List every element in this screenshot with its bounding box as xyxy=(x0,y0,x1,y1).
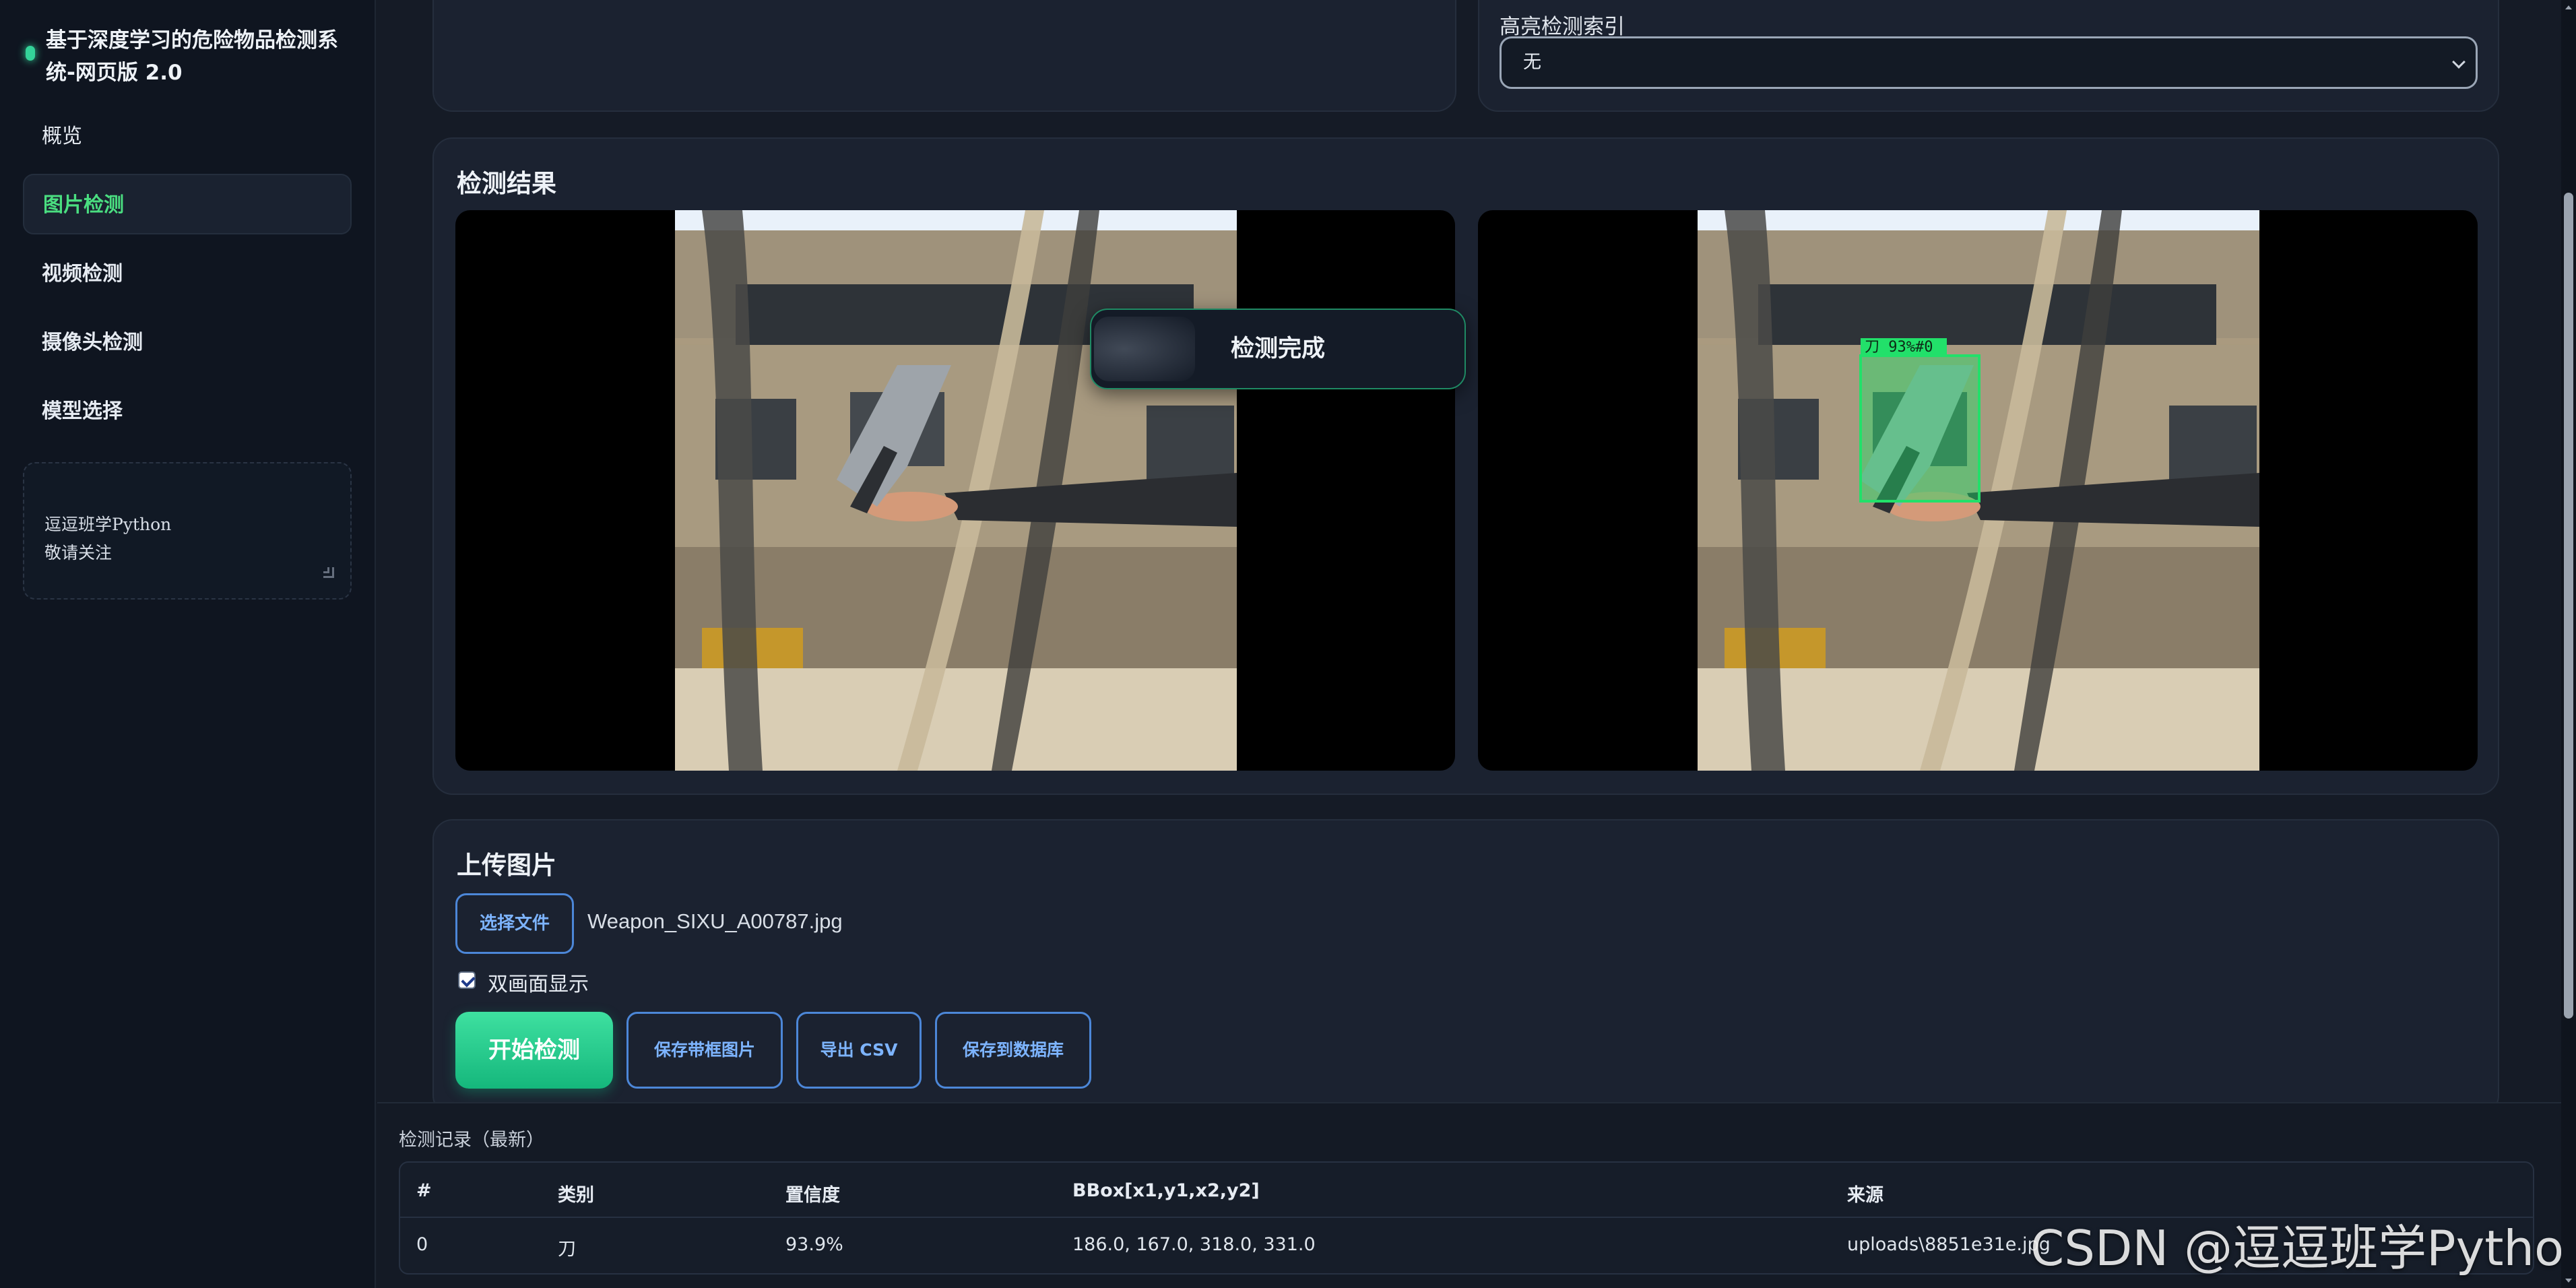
selected-file-name: Weapon_SIXU_A00787.jpg xyxy=(587,909,843,933)
sidebar-item-camera-detection[interactable]: 摄像头检测 xyxy=(23,313,352,373)
highlight-index-value: 无 xyxy=(1523,52,1541,73)
toast-glow xyxy=(1094,317,1195,381)
cell-class: 刀 xyxy=(558,1239,576,1260)
sidebar-item-image-detection[interactable]: 图片检测 xyxy=(23,174,352,234)
column-header-confidence: 置信度 xyxy=(785,1185,840,1206)
toast-text: 检测完成 xyxy=(1230,335,1325,362)
resize-grip-icon[interactable] xyxy=(323,567,334,578)
cell-confidence: 93.9% xyxy=(785,1234,843,1255)
scrollbar-thumb[interactable] xyxy=(2564,193,2573,1019)
highlight-index-select[interactable]: 无 xyxy=(1500,36,2478,89)
annotated-image: 刀 93%#0 xyxy=(1698,210,2259,771)
save-boxed-image-button[interactable]: 保存带框图片 xyxy=(626,1012,783,1089)
note-textarea[interactable]: 逗逗班学Python 敬请关注 xyxy=(23,462,352,600)
dual-view-checkbox[interactable] xyxy=(458,971,476,989)
detection-complete-toast: 检测完成 xyxy=(1090,309,1466,389)
choose-file-button[interactable]: 选择文件 xyxy=(455,893,574,954)
annotated-scene-graphic xyxy=(1698,210,2259,771)
original-image xyxy=(675,210,1237,771)
highlight-index-label: 高亮检测索引 xyxy=(1500,15,1625,39)
annotated-image-panel: 刀 93%#0 xyxy=(1478,210,2478,771)
cell-index: 0 xyxy=(416,1234,428,1255)
status-dot-icon xyxy=(26,46,35,61)
cell-bbox: 186.0, 167.0, 318.0, 331.0 xyxy=(1072,1234,1316,1255)
results-title: 检测结果 xyxy=(457,169,556,198)
scroll-down-icon[interactable] xyxy=(2564,1276,2573,1285)
chevron-down-icon xyxy=(2452,55,2466,69)
sidebar-item-model-selection[interactable]: 模型选择 xyxy=(23,381,352,442)
sidebar: 基于深度学习的危险物品检测系统-网页版 2.0 概览 图片检测 视频检测 摄像头… xyxy=(0,0,376,1288)
export-csv-button[interactable]: 导出 CSV xyxy=(796,1012,922,1089)
column-header-index: # xyxy=(416,1180,432,1201)
app-title: 基于深度学习的危险物品检测系统-网页版 2.0 xyxy=(46,28,338,85)
start-detection-button[interactable]: 开始检测 xyxy=(455,1012,613,1089)
sidebar-item-overview[interactable]: 概览 xyxy=(23,106,352,167)
upload-title: 上传图片 xyxy=(457,851,556,880)
cell-source: uploads\8851e31e.jpg xyxy=(1847,1234,2051,1255)
sidebar-item-video-detection[interactable]: 视频检测 xyxy=(23,244,352,304)
save-to-database-button[interactable]: 保存到数据库 xyxy=(935,1012,1091,1089)
original-scene-graphic xyxy=(675,210,1237,771)
scroll-up-icon[interactable] xyxy=(2564,3,2573,12)
column-header-class: 类别 xyxy=(558,1185,594,1206)
detection-bbox xyxy=(1859,354,1981,503)
original-image-panel xyxy=(455,210,1455,771)
column-header-source: 来源 xyxy=(1847,1185,1883,1206)
bbox-label: 刀 93%#0 xyxy=(1865,339,1933,356)
column-header-bbox: BBox[x1,y1,x2,y2] xyxy=(1072,1180,1260,1201)
note-text: 逗逗班学Python 敬请关注 xyxy=(44,515,172,562)
dual-view-label: 双画面显示 xyxy=(488,973,589,996)
records-title: 检测记录（最新） xyxy=(399,1130,544,1151)
csdn-watermark: CSDN @逗逗班学Python xyxy=(2030,1220,2576,1277)
settings-card-left xyxy=(432,0,1456,112)
